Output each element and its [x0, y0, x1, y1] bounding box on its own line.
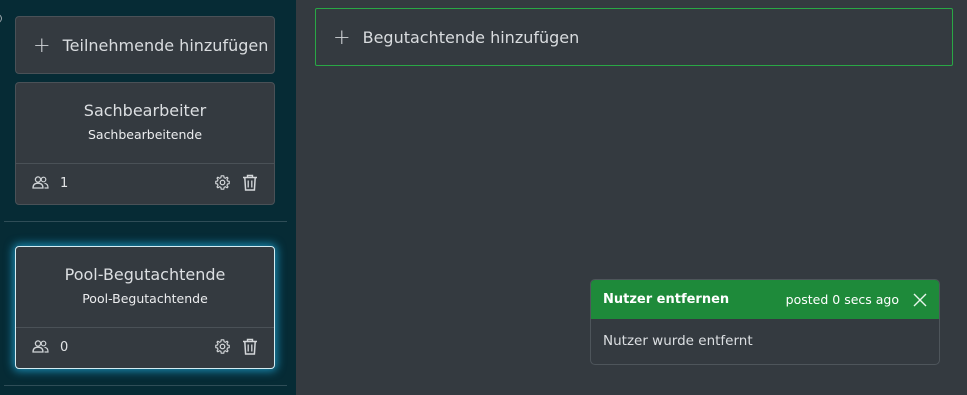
role-title: Pool-Begutachtende [64, 265, 226, 284]
role-card-body: Pool-Begutachtende Pool-Begutachtende [16, 247, 274, 328]
add-reviewer-button[interactable]: + Begutachtende hinzufügen [315, 8, 953, 66]
gear-icon[interactable] [214, 338, 231, 355]
toast-message: Nutzer wurde entfernt [603, 333, 753, 349]
role-card-sachbearbeiter[interactable]: Sachbearbeiter Sachbearbeitende 1 [15, 82, 275, 205]
toast-notification: Nutzer entfernen posted 0 secs ago Nutze… [590, 279, 940, 365]
member-count: 0 [60, 340, 69, 355]
role-card-footer: 1 [16, 164, 274, 204]
edge-glyph [0, 14, 2, 23]
member-count: 1 [60, 176, 69, 191]
plus-icon: + [333, 24, 351, 49]
people-icon [32, 176, 49, 189]
role-card-pool-begutachtende[interactable]: Pool-Begutachtende Pool-Begutachtende 0 [15, 246, 275, 369]
sidebar-divider [4, 385, 287, 386]
people-icon [32, 340, 49, 353]
toast-header: Nutzer entfernen posted 0 secs ago [591, 280, 939, 319]
add-participant-button[interactable]: + Teilnehmende hinzufügen [15, 16, 275, 74]
toast-timestamp: posted 0 secs ago [785, 292, 899, 307]
toast-title: Nutzer entfernen [603, 292, 730, 307]
plus-icon: + [33, 32, 51, 57]
role-card-footer: 0 [16, 328, 274, 368]
role-subtitle: Sachbearbeitende [87, 127, 203, 142]
sidebar-divider [4, 221, 287, 222]
add-reviewer-label: Begutachtende hinzufügen [362, 27, 580, 47]
trash-icon[interactable] [242, 338, 258, 355]
trash-icon[interactable] [242, 174, 258, 191]
role-title: Sachbearbeiter [83, 101, 207, 120]
sidebar: + Teilnehmende hinzufügen Sachbearbeiter… [0, 0, 296, 395]
add-participant-label: Teilnehmende hinzufügen [62, 35, 269, 55]
close-icon[interactable] [913, 293, 927, 307]
role-subtitle: Pool-Begutachtende [82, 291, 208, 306]
gear-icon[interactable] [214, 174, 231, 191]
role-card-body: Sachbearbeiter Sachbearbeitende [16, 83, 274, 164]
